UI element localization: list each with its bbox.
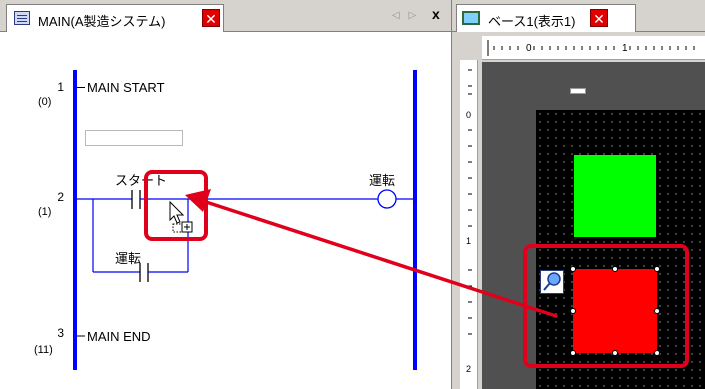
drag-arrow	[185, 189, 558, 318]
